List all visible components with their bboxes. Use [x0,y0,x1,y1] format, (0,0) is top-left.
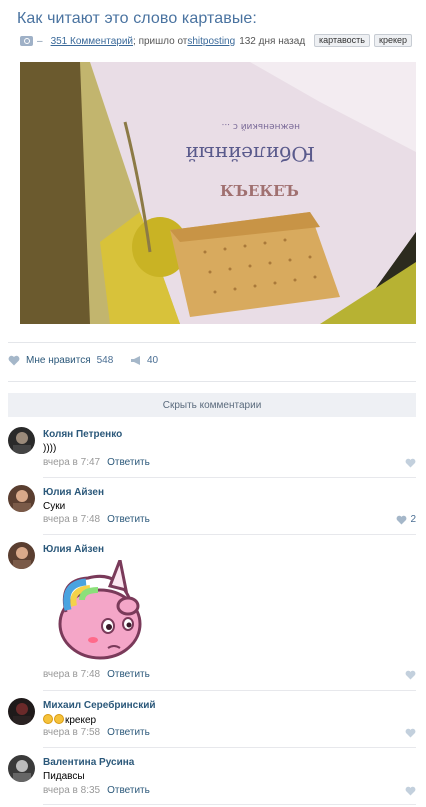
tag-kartavost[interactable]: картавость [314,34,370,47]
reply-button[interactable]: Ответить [107,514,150,525]
reply-button[interactable]: Ответить [107,669,150,680]
tag-kreker[interactable]: крекер [374,34,412,47]
laughing-emoji-icon [43,714,53,724]
comment-text: )))) [43,443,57,454]
comment-text-row: крекер [43,714,96,726]
comment-time-row: вчера в 8:35 Ответить [43,785,150,796]
comment: Михаил Серебринский крекер вчера в 7:58 О… [8,698,416,750]
package-text: КЪЕКЕЪ [220,182,299,200]
package-script: Юбилейный [185,142,315,166]
like-button[interactable]: Мне нравится 548 [8,352,113,368]
comment-text: Пидавсы [43,771,85,782]
package-sub: нежненький с ... [221,121,300,131]
comment-like-icon[interactable] [405,670,416,680]
post-photo[interactable]: Юбилейный нежненький с ... КЪЕКЕЪ [20,62,416,324]
comment-author[interactable]: Юлия Айзен [43,544,104,555]
comment: Юлия Айзен вчера в 7:48 Ответить [8,542,416,688]
comment-like-button[interactable]: 2 [396,514,416,525]
avatar[interactable] [8,485,35,512]
comment-like-icon[interactable] [405,458,416,468]
comment-text: Суки [43,501,66,512]
comment-time[interactable]: вчера в 8:35 [43,785,100,796]
avatar[interactable] [8,542,35,569]
comment-time[interactable]: вчера в 7:48 [43,669,100,680]
reply-button[interactable]: Ответить [107,457,150,468]
heart-icon [397,515,407,525]
repost-button[interactable]: 40 [130,352,158,368]
comment-author[interactable]: Валентина Русина [43,757,134,768]
comment-text: крекер [65,715,97,726]
avatar[interactable] [8,698,35,725]
like-count: 548 [96,354,114,366]
heart-icon [8,355,20,365]
comment-time-row: вчера в 7:48 Ответить [43,669,150,680]
comments-link[interactable]: 351 Комментарий [51,36,133,47]
comment-time[interactable]: вчера в 7:58 [43,727,100,738]
comment: Валентина Русина Пидавсы вчера в 8:35 Отв… [8,755,416,803]
repost-count: 40 [147,354,159,366]
post-title: Как читают это слово картавые: [17,10,257,27]
time-ago: 132 дня назад [239,35,306,47]
reply-button[interactable]: Ответить [107,785,150,796]
dash: – [37,35,43,47]
comment: Юлия Айзен Суки вчера в 7:48 Ответить 2 [8,485,416,537]
unicorn-sticker [58,560,142,660]
camera-icon [20,36,33,46]
like-label: Мне нравится [26,354,91,366]
comment-like-icon[interactable] [405,728,416,738]
source-prefix: ; пришло от [133,35,188,47]
comment-time[interactable]: вчера в 7:47 [43,457,100,468]
laughing-emoji-icon [54,714,64,724]
megaphone-icon [131,355,140,365]
comment-like-icon[interactable] [405,786,416,796]
comment-time-row: вчера в 7:47 Ответить [43,457,150,468]
avatar[interactable] [8,755,35,782]
avatar[interactable] [8,427,35,454]
reply-button[interactable]: Ответить [107,727,150,738]
comment-time-row: вчера в 7:58 Ответить [43,727,150,738]
comment-time-row: вчера в 7:48 Ответить [43,514,150,525]
comment-time[interactable]: вчера в 7:48 [43,514,100,525]
comment-author[interactable]: Михаил Серебринский [43,700,156,711]
comment-like-count: 2 [410,514,416,525]
comment-author[interactable]: Юлия Айзен [43,487,104,498]
comment: Колян Петренко )))) вчера в 7:47 Ответить [8,427,416,479]
hide-comments-button[interactable]: Скрыть комментарии [8,393,416,417]
comment-author[interactable]: Колян Петренко [43,429,122,440]
source-link[interactable]: shitposting [187,36,235,47]
